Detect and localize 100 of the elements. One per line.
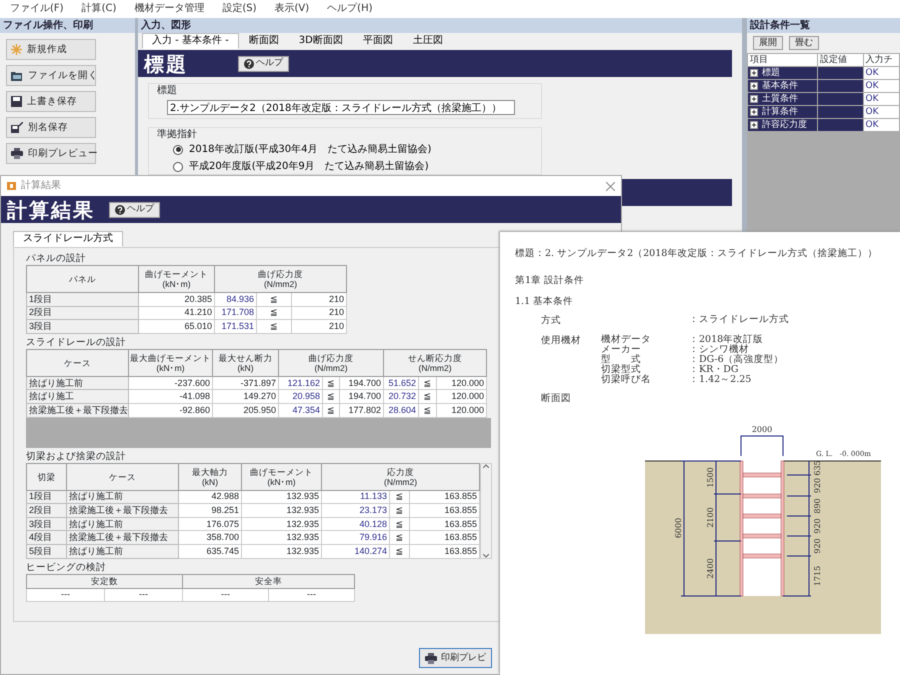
toolbar-button[interactable]: 別名保存 [6, 117, 96, 138]
table-cell: 2段目 [26, 306, 138, 320]
panel-header: 入力、図形 [138, 18, 742, 33]
menu-item[interactable]: 機材データ管理 [134, 3, 204, 15]
condition-key: 機材データ [601, 334, 689, 345]
table-cell: 3段目 [26, 320, 138, 334]
table-cell: 132.935 [242, 504, 322, 518]
toolbar-button[interactable]: ファイルを開く [6, 65, 96, 86]
panel-header: 設計条件一覧 [747, 18, 900, 33]
table-cell: ≦ [390, 517, 410, 531]
table-cell: --- [182, 588, 268, 602]
radio-option[interactable]: 平成20年度版(平成20年9月 たて込み簡易土留協会) [157, 158, 435, 175]
radio-button[interactable] [173, 144, 183, 154]
item-label: 許容応力度 [762, 120, 807, 130]
condition-key: 切梁呼び名 [601, 374, 689, 385]
chapter-heading: 第1章 設計条件 [515, 275, 586, 287]
table-cell: 205.950 [212, 403, 278, 418]
expand-icon [750, 95, 758, 103]
table-cell: 163.855 [410, 530, 480, 544]
toolbar-button[interactable]: 印刷プレビュー [6, 143, 96, 164]
toolbar-button[interactable]: 上書き保存 [6, 91, 96, 112]
column-header: 曲げ応力度 (N/mm2) [214, 266, 347, 292]
tab[interactable]: 3D断面図 [288, 33, 353, 49]
column-header: パネル [26, 266, 138, 292]
tree-item[interactable]: 計算条件 [748, 106, 818, 118]
dimension-label: 920 [813, 478, 822, 494]
radio-button[interactable] [173, 162, 183, 172]
table-cell: -92.860 [128, 403, 212, 418]
expand-icon [750, 82, 758, 90]
printer-icon [11, 148, 23, 159]
table-cell: ≦ [322, 376, 340, 390]
item-label: 標題 [762, 68, 780, 78]
dimension-label: 2100 [706, 507, 715, 528]
table-cell: 120.000 [436, 390, 487, 404]
tab[interactable]: 入力 - 基本条件 - [142, 33, 239, 49]
table-cell: 132.935 [242, 530, 322, 544]
table-cell: 捨ばり施工 [26, 390, 128, 404]
tab[interactable]: 断面図 [238, 33, 289, 49]
radio-option[interactable]: 2018年改訂版(平成30年4月 たて込み簡易土留協会) [157, 141, 438, 158]
expand-icon [750, 121, 758, 129]
help-button[interactable]: ヘルプ [109, 202, 160, 218]
condition-value: ：2018年改訂版 [689, 334, 764, 345]
table-cell: 3段目 [26, 517, 66, 531]
tree-item[interactable]: 基本条件 [748, 80, 818, 92]
dimension-label: 1715 [813, 566, 822, 586]
table-cell: 84.936 [214, 292, 256, 306]
column-header: せん断応力度 (N/mm2) [384, 349, 487, 376]
help-button[interactable]: ヘルプ [238, 56, 289, 72]
table-cell: 163.855 [410, 504, 480, 518]
table-cell: 4段目 [26, 530, 66, 544]
figure-title: 断面図 [541, 392, 572, 404]
panel-header: ファイル操作、印刷 [0, 18, 135, 33]
strut-beam [742, 472, 782, 478]
dimension-label: 920 [813, 538, 822, 554]
toolbar-button[interactable]: 展開 [753, 36, 783, 50]
banner-title: 標題 [144, 52, 188, 76]
menu-item[interactable]: ヘルプ(H) [327, 3, 372, 15]
tree-item[interactable]: 標題 [748, 66, 818, 80]
table-cell: --- [268, 588, 354, 602]
table-cell: OK [863, 118, 900, 132]
table-cell: 132.935 [242, 517, 322, 531]
menu-item[interactable]: 計算(C) [82, 3, 116, 15]
tab[interactable]: 土圧図 [402, 33, 453, 49]
dimension-label: 2400 [706, 558, 715, 579]
table-cell: 65.010 [138, 320, 214, 334]
scrollbar[interactable] [480, 462, 492, 559]
table-cell: -41.098 [128, 390, 212, 404]
menu-item[interactable]: 表示(V) [274, 3, 310, 15]
table-cell: 11.133 [322, 490, 390, 504]
group-label: 準拠指針 [157, 129, 198, 141]
table-cell: 41.210 [138, 306, 214, 320]
tab[interactable]: スライドレール方式 [13, 231, 123, 247]
table-cell: 47.354 [278, 403, 322, 418]
table-cell: 121.162 [278, 376, 322, 390]
text-field[interactable]: 2.サンプルデータ2（2018年改定版：スライドレール方式（捨梁施工）） [167, 100, 515, 115]
tab[interactable]: 平面図 [352, 33, 403, 49]
report-title: 標題：2. サンプルデータ2（2018年改定版：スライドレール方式（捨梁施工）） [515, 248, 878, 260]
floppy-icon [11, 122, 23, 133]
app-icon [7, 182, 16, 190]
table-cell: 210 [292, 320, 347, 334]
condition-value: ：KR・DG [689, 364, 738, 375]
menu-item[interactable]: ファイル(F) [10, 3, 64, 15]
table-cell: 20.385 [138, 292, 214, 306]
table-cell: 358.700 [178, 530, 242, 544]
tree-item[interactable]: 土質条件 [748, 92, 818, 106]
table-cell: 79.916 [322, 530, 390, 544]
table-cell: 210 [292, 306, 347, 320]
condition-value: ：1.42～2.25 [689, 374, 752, 385]
column-header: 切梁 [26, 463, 66, 490]
close-icon[interactable] [606, 182, 615, 190]
tree-item[interactable]: 許容応力度 [748, 118, 818, 132]
condition-value: ：DG-6（高強度型） [689, 354, 784, 365]
table-cell: 210 [292, 292, 347, 306]
menu-item[interactable]: 設定(S) [222, 3, 257, 15]
table-cell: 28.604 [384, 403, 419, 418]
toolbar-button[interactable]: 畳む [789, 36, 819, 50]
toolbar-button[interactable]: 新規作成 [6, 39, 96, 60]
print-preview-button[interactable]: 印刷プレビ [419, 648, 492, 668]
table-cell: OK [863, 66, 900, 80]
group-label: 標題 [157, 85, 178, 97]
